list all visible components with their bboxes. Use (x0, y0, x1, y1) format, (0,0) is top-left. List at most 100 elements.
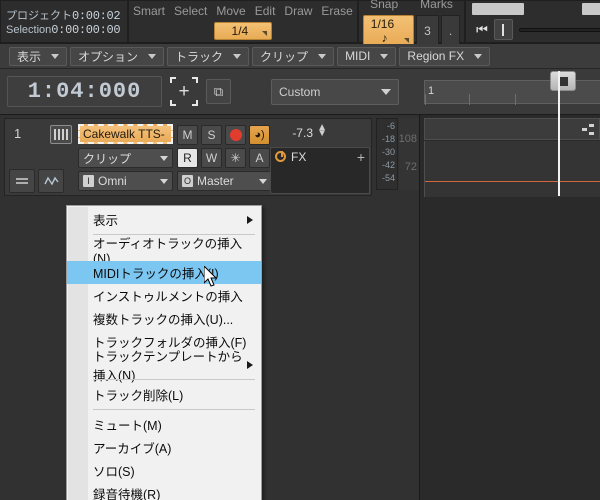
ctx-insert-multiple-tracks[interactable]: 複数トラックの挿入(U)... (67, 307, 261, 330)
record-arm-icon[interactable] (225, 125, 246, 145)
ctx-solo[interactable]: ソロ(S) (67, 459, 261, 482)
tool-smart[interactable]: Smart (133, 4, 165, 18)
eighth-note-icon: ♪ (381, 30, 388, 45)
now-time-strip: 1:04:000 + ⧉ Custom (0, 69, 420, 115)
project-time-label: プロジェクト (6, 9, 72, 22)
track-type-icon[interactable] (50, 125, 72, 144)
marks-count[interactable]: 3 (416, 14, 439, 47)
track-header[interactable]: 1 Cakewalk TTS- M S ◕) -7.3 ▲ ▼ クリップ R W … (4, 118, 372, 196)
power-icon[interactable] (275, 151, 286, 162)
input-echo-icon[interactable]: ◕) (249, 125, 270, 145)
menu-region-fx[interactable]: Region FX (399, 46, 491, 66)
mute-button[interactable]: M (177, 125, 198, 145)
grid-resolution-dropdown[interactable]: 1/4 (213, 21, 272, 40)
menu-view[interactable]: 表示 (9, 46, 68, 66)
menu-midi-label: MIDI (345, 49, 371, 63)
ctx-archive[interactable]: アーカイブ(A) (67, 436, 261, 459)
now-marker-icon[interactable] (550, 71, 576, 91)
timeline-ruler-area: 1 (420, 69, 600, 115)
clip-selector[interactable]: クリップ (78, 148, 173, 168)
meter-tick: -18 (381, 134, 395, 144)
transport-slot-3[interactable] (582, 3, 600, 15)
rewind-to-start-icon[interactable]: ⏮ (476, 22, 488, 38)
output-selector[interactable]: O Master (177, 171, 272, 191)
ctx-insert-instrument[interactable]: インストゥルメントの挿入 (67, 284, 261, 307)
ctx-insert-instrument-label: インストゥルメントの挿入 (93, 290, 243, 304)
duplicate-track-button[interactable]: ⧉ (206, 79, 231, 104)
selection-time-value: 0:00:00:00 (51, 22, 121, 37)
transport-slider-handle[interactable] (493, 19, 513, 40)
chevron-down-icon (51, 53, 60, 59)
track-name-field[interactable]: Cakewalk TTS- (78, 124, 173, 144)
menu-track[interactable]: トラック (167, 46, 250, 66)
ctx-record-arm[interactable]: 録音待機(R) (67, 482, 261, 500)
automation-read-button[interactable]: R (177, 148, 198, 168)
layout-selector[interactable]: Custom (271, 78, 399, 105)
ctx-mute-label: ミュート(M) (93, 419, 162, 433)
menu-separator (93, 379, 255, 380)
project-time-value: 0:00:02:00 (72, 8, 123, 23)
ctx-insert-from-template[interactable]: トラックテンプレートから挿入(N) (67, 350, 261, 383)
chevron-down-icon (233, 53, 242, 59)
ctx-insert-audio-track[interactable]: オーディオトラックの挿入(N) (67, 237, 261, 266)
snap-label: Snap (370, 0, 399, 11)
add-track-button[interactable]: + (170, 77, 198, 106)
automation-curve-icon[interactable] (38, 169, 64, 193)
snap-headers: Snap Marks (370, 0, 453, 11)
ctx-mute[interactable]: ミュート(M) (67, 413, 261, 436)
plus-icon[interactable]: + (357, 149, 365, 165)
menu-separator (93, 409, 255, 410)
track-meter-scale-secondary: 108 72 (399, 118, 419, 190)
menu-region-fx-label: Region FX (407, 49, 465, 63)
transport-controls: ⏮ (470, 15, 600, 40)
snapshot-button[interactable]: ✳ (225, 148, 246, 168)
layout-selector-value: Custom (279, 84, 321, 99)
track-volume-value[interactable]: -7.3 (292, 126, 313, 140)
ctx-insert-midi-track[interactable]: MIDIトラックの挿入(I) (67, 261, 261, 284)
marks-label: Marks (420, 0, 453, 11)
tool-draw[interactable]: Draw (284, 4, 312, 18)
tool-erase[interactable]: Erase (321, 4, 352, 18)
ctx-insert-multiple-tracks-label: 複数トラックの挿入(U)... (93, 313, 234, 327)
chevron-down-icon (318, 53, 327, 59)
transport-slot-1[interactable] (472, 3, 525, 15)
plus-icon: + (178, 80, 190, 102)
automation-write-button[interactable]: W (201, 148, 222, 168)
grid-row: 1/4 (213, 21, 272, 40)
automation-all-button[interactable]: A (249, 148, 270, 168)
time-module[interactable]: プロジェクト 0:00:02:00 Selection 0:00:00:00 (0, 0, 128, 43)
menu-midi[interactable]: MIDI (337, 46, 397, 66)
menu-options[interactable]: オプション (70, 46, 165, 66)
output-icon: O (182, 175, 193, 187)
transport-slider-track[interactable] (518, 27, 600, 32)
input-selector[interactable]: I Omni (78, 171, 173, 191)
now-time-display[interactable]: 1:04:000 (7, 76, 162, 107)
ctx-view[interactable]: 表示 (67, 208, 261, 231)
clip-track-header[interactable] (424, 118, 600, 140)
ctx-solo-label: ソロ(S) (93, 465, 135, 479)
fx-rack[interactable]: FX + (270, 147, 370, 194)
marks-dot-button[interactable]: . (440, 14, 461, 47)
tool-move[interactable]: Move (216, 4, 245, 18)
meter-tick: -6 (386, 121, 395, 131)
project-time-row: プロジェクト 0:00:02:00 (6, 7, 123, 23)
menu-clip[interactable]: クリップ (252, 46, 335, 66)
spinner-arrows-icon[interactable]: ▲ ▼ (317, 123, 327, 139)
transport-slots (470, 3, 600, 15)
solo-button[interactable]: S (201, 125, 222, 145)
chevron-down-icon (160, 178, 168, 184)
transport-slot-2[interactable] (527, 3, 580, 15)
fx-label: FX (291, 149, 307, 164)
automation-envelope[interactable] (425, 181, 600, 182)
ctx-insert-from-template-label: トラックテンプレートから挿入(N) (93, 349, 243, 383)
clips-pane[interactable] (420, 115, 600, 500)
tool-select[interactable]: Select (174, 4, 207, 18)
tools-module: Smart Select Move Edit Draw Erase 1/4 (128, 0, 358, 43)
clip-lane[interactable] (424, 141, 600, 197)
tools-row: Smart Select Move Edit Draw Erase (133, 4, 353, 18)
ctx-delete-track[interactable]: トラック削除(L) (67, 383, 261, 406)
grip-icon[interactable] (582, 124, 596, 136)
tool-edit[interactable]: Edit (255, 4, 276, 18)
snap-resolution-dropdown[interactable]: 1/16 ♪ (362, 14, 415, 47)
fader-icon[interactable] (9, 169, 35, 193)
